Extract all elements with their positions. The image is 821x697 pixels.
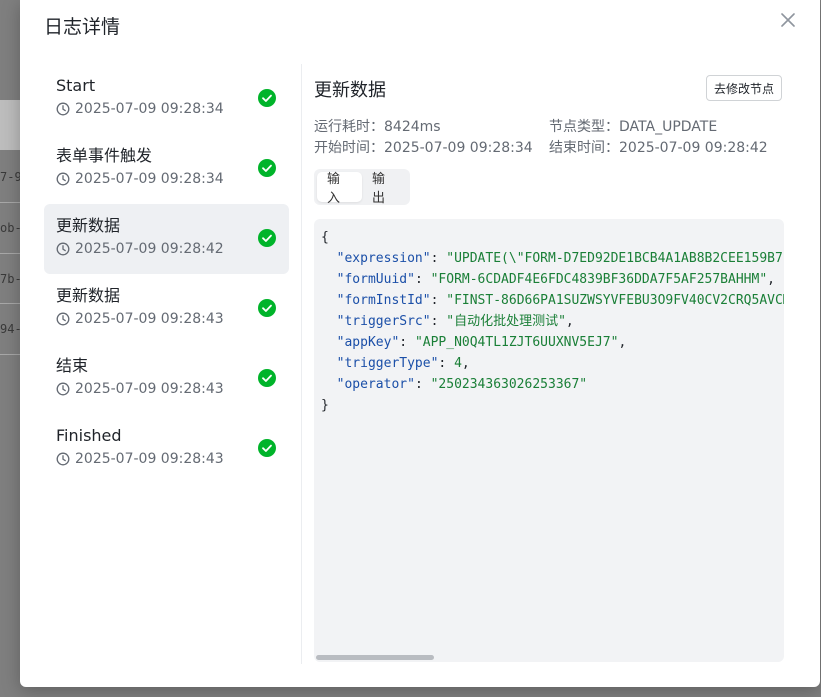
step-item[interactable]: 更新数据 2025-07-09 09:28:43 (44, 274, 289, 344)
step-time-text: 2025-07-09 09:28:43 (75, 311, 224, 327)
json-quote: " (422, 314, 431, 329)
step-time: 2025-07-09 09:28:43 (56, 310, 289, 328)
json-quote: " (422, 251, 431, 266)
success-check-icon (258, 89, 276, 107)
end-time-text: 结束时间：2025-07-09 09:28:42 (549, 140, 768, 156)
backdrop-divider (0, 303, 20, 304)
backdrop-divider (0, 354, 20, 355)
json-value: 4 (454, 356, 462, 371)
edit-node-button[interactable]: 去修改节点 (706, 75, 782, 101)
json-quote: " (430, 356, 439, 371)
json-comma: , (565, 314, 574, 329)
json-quote: " (407, 377, 415, 392)
success-check-icon (258, 369, 276, 387)
io-tabs: 输入 输出 (314, 169, 410, 206)
json-value: "250234363026253367" (430, 377, 588, 392)
step-time-text: 2025-07-09 09:28:42 (75, 241, 224, 257)
start-time-text: 开始时间：2025-07-09 09:28:34 (314, 140, 533, 156)
node-type-text: 节点类型：DATA_UPDATE (549, 119, 718, 135)
detail-title: 更新数据 (314, 80, 386, 101)
close-button[interactable] (776, 8, 800, 32)
step-time: 2025-07-09 09:28:43 (56, 380, 289, 398)
json-key: formUuid (344, 272, 408, 287)
json-key: appKey (344, 335, 392, 350)
step-time-text: 2025-07-09 09:28:34 (75, 101, 224, 117)
backdrop-divider (0, 253, 20, 254)
clock-icon (56, 312, 70, 326)
json-key: operator (344, 377, 408, 392)
step-item[interactable]: 表单事件触发 2025-07-09 09:28:34 (44, 134, 289, 204)
json-key: triggerSrc (344, 314, 423, 329)
log-detail-modal: 日志详情 Start 2025-07-09 09:28:34 表单事件触发 2025-… (20, 0, 820, 687)
clock-icon (56, 382, 70, 396)
step-time: 2025-07-09 09:28:43 (56, 450, 289, 468)
json-code: { "expression": "UPDATE(\"FORM-D7ED92DE1… (321, 227, 784, 416)
json-comma: , (618, 335, 627, 350)
json-comma: , (767, 272, 775, 287)
clock-icon (56, 452, 70, 466)
success-check-icon (258, 229, 276, 247)
step-list: Start 2025-07-09 09:28:34 表单事件触发 2025-07-09… (44, 64, 289, 484)
step-title: 更新数据 (56, 216, 121, 235)
modal-title: 日志详情 (44, 16, 121, 38)
step-title: 结束 (56, 356, 89, 375)
json-value: "APP_N0Q4TL1ZJT6UUXNV5EJ7" (414, 335, 619, 350)
step-item[interactable]: Start 2025-07-09 09:28:34 (44, 64, 289, 134)
step-time: 2025-07-09 09:28:34 (56, 100, 289, 118)
step-time: 2025-07-09 09:28:42 (56, 240, 289, 258)
json-quote: " (407, 272, 415, 287)
step-title: Start (56, 76, 96, 95)
step-title: 表单事件触发 (56, 146, 153, 165)
json-value: "FINST-86D66PA1SUZWSYVFEBU3O9FV40CV2CRQ5… (446, 293, 784, 308)
clock-icon (56, 102, 70, 116)
runtime-text: 运行耗时：8424ms (314, 119, 441, 135)
clock-icon (56, 172, 70, 186)
json-viewer[interactable]: { "expression": "UPDATE(\"FORM-D7ED92DE1… (314, 219, 784, 662)
json-quote: " (422, 293, 431, 308)
horizontal-scrollbar[interactable] (316, 655, 434, 660)
json-quote: " (391, 335, 400, 350)
json-key: expression (344, 251, 423, 266)
json-key: triggerType (344, 356, 431, 371)
success-check-icon (258, 159, 276, 177)
json-key: formInstId (344, 293, 423, 308)
panel-divider (301, 64, 302, 664)
step-time-text: 2025-07-09 09:28:34 (75, 171, 224, 187)
step-item[interactable]: 更新数据 2025-07-09 09:28:42 (44, 204, 289, 274)
step-item[interactable]: 结束 2025-07-09 09:28:43 (44, 344, 289, 414)
step-time: 2025-07-09 09:28:34 (56, 170, 289, 188)
success-check-icon (258, 439, 276, 457)
backdrop-divider (0, 202, 20, 203)
step-item[interactable]: Finished 2025-07-09 09:28:43 (44, 414, 289, 484)
step-title: Finished (56, 426, 122, 445)
json-value: "自动化批处理测试" (446, 314, 566, 329)
clock-icon (56, 242, 70, 256)
step-time-text: 2025-07-09 09:28:43 (75, 451, 224, 467)
step-time-text: 2025-07-09 09:28:43 (75, 381, 224, 397)
close-icon (781, 13, 795, 27)
step-title: 更新数据 (56, 286, 121, 305)
backdrop-text: 7-9 (0, 170, 22, 184)
tab-output[interactable]: 输出 (362, 172, 407, 206)
json-value: "FORM-6CDADF4E6FDC4839BF36DDA7F5AF257BAH… (430, 272, 768, 287)
success-check-icon (258, 299, 276, 317)
json-comma: , (461, 356, 470, 371)
backdrop-header-strip (0, 100, 20, 150)
json-value: "UPDATE(\"FORM-D7ED92DE1BCB4A1AB8B2CEE15… (446, 251, 784, 266)
tab-input[interactable]: 输入 (317, 172, 362, 206)
